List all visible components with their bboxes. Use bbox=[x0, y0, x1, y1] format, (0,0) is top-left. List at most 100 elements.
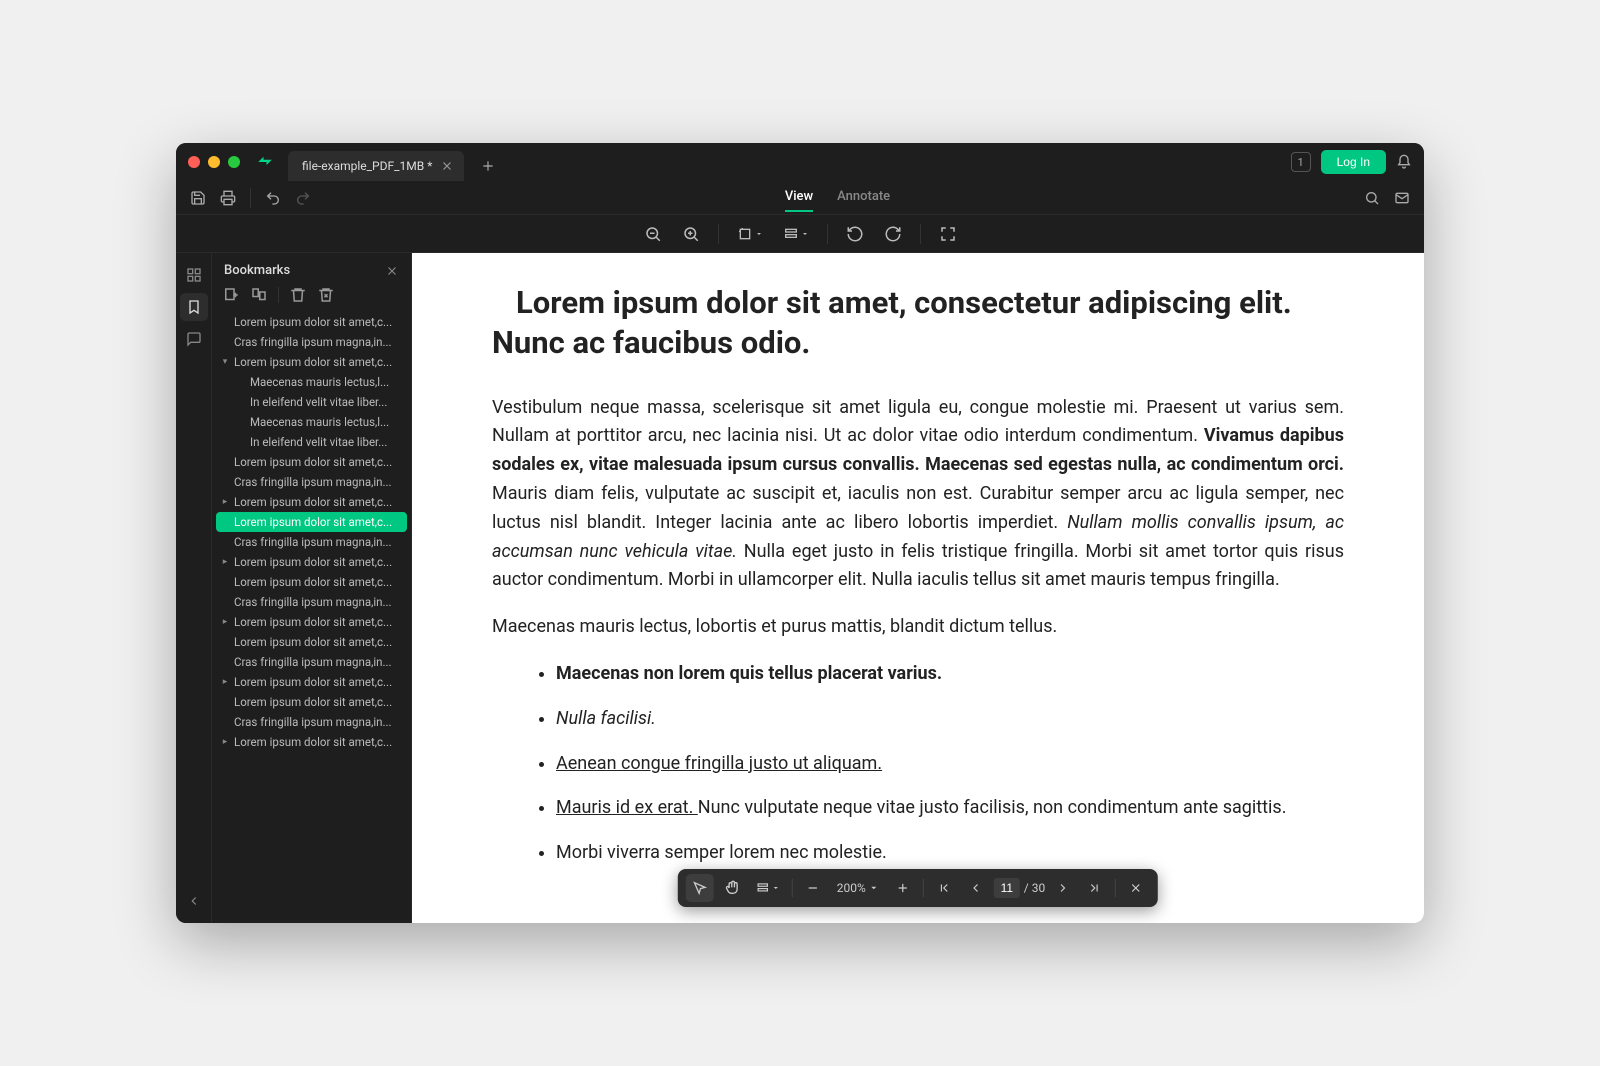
page-total: / 30 bbox=[1024, 881, 1045, 895]
page-layout-button[interactable] bbox=[777, 219, 815, 249]
chevron-right-icon[interactable]: ▸ bbox=[220, 557, 230, 567]
chevron-right-icon[interactable]: ▸ bbox=[220, 617, 230, 627]
bookmark-item[interactable]: Lorem ipsum dolor sit amet,c... bbox=[216, 452, 407, 472]
hand-tool-button[interactable] bbox=[718, 874, 746, 902]
doc-heading: Lorem ipsum dolor sit amet, consectetur … bbox=[492, 283, 1344, 364]
bookmark-label: Cras fringilla ipsum magna,in... bbox=[234, 595, 392, 609]
close-toolbar-button[interactable] bbox=[1122, 874, 1150, 902]
thumbnails-panel-button[interactable] bbox=[180, 261, 208, 289]
bookmark-item[interactable]: Cras fringilla ipsum magna,in... bbox=[216, 592, 407, 612]
bookmark-label: Lorem ipsum dolor sit amet,c... bbox=[234, 495, 392, 509]
bookmark-label: Cras fringilla ipsum magna,in... bbox=[234, 655, 392, 669]
bookmark-item[interactable]: Cras fringilla ipsum magna,in... bbox=[216, 712, 407, 732]
search-button[interactable] bbox=[1360, 186, 1384, 210]
main-toolbar: View Annotate bbox=[176, 181, 1424, 215]
fit-mode-button[interactable] bbox=[750, 874, 786, 902]
bookmark-label: Cras fringilla ipsum magna,in... bbox=[234, 715, 392, 729]
email-button[interactable] bbox=[1390, 186, 1414, 210]
bookmark-item[interactable]: ▸Lorem ipsum dolor sit amet,c... bbox=[216, 612, 407, 632]
bookmark-item[interactable]: Cras fringilla ipsum magna,in... bbox=[216, 532, 407, 552]
rotate-right-button[interactable] bbox=[878, 219, 908, 249]
bookmark-item[interactable]: ▸Lorem ipsum dolor sit amet,c... bbox=[216, 672, 407, 692]
bookmark-label: Lorem ipsum dolor sit amet,c... bbox=[234, 515, 392, 529]
fullscreen-button[interactable] bbox=[933, 219, 963, 249]
rotate-left-button[interactable] bbox=[840, 219, 870, 249]
mode-view[interactable]: View bbox=[785, 183, 813, 212]
sidebar-title: Bookmarks bbox=[224, 263, 290, 278]
next-page-button[interactable] bbox=[1049, 874, 1077, 902]
chevron-right-icon[interactable]: ▸ bbox=[220, 677, 230, 687]
bookmark-label: Lorem ipsum dolor sit amet,c... bbox=[234, 355, 392, 369]
new-tab-button[interactable] bbox=[476, 154, 500, 178]
crop-tool-button[interactable] bbox=[731, 219, 769, 249]
close-tab-icon[interactable] bbox=[440, 159, 454, 173]
bookmark-label: Maecenas mauris lectus,l... bbox=[250, 415, 389, 429]
bookmark-item[interactable]: Lorem ipsum dolor sit amet,c... bbox=[216, 312, 407, 332]
zoom-out-button[interactable] bbox=[799, 874, 827, 902]
minimize-window-icon[interactable] bbox=[208, 156, 220, 168]
bookmark-item[interactable]: ▸ Lorem ipsum dolor sit amet,c... bbox=[216, 492, 407, 512]
bookmark-item[interactable]: Lorem ipsum dolor sit amet,c... bbox=[216, 692, 407, 712]
bookmark-item[interactable]: Lorem ipsum dolor sit amet,c... bbox=[216, 572, 407, 592]
bookmark-item[interactable]: ▾ Lorem ipsum dolor sit amet,c... bbox=[216, 352, 407, 372]
bookmark-item[interactable]: In eleifend velit vitae liber... bbox=[216, 392, 407, 412]
close-sidebar-icon[interactable] bbox=[385, 264, 399, 278]
first-page-button[interactable] bbox=[930, 874, 958, 902]
bookmark-item[interactable]: Lorem ipsum dolor sit amet,c... bbox=[216, 632, 407, 652]
chevron-right-icon[interactable]: ▸ bbox=[220, 497, 230, 507]
bookmark-label: Maecenas mauris lectus,l... bbox=[250, 375, 389, 389]
add-sub-bookmark-icon[interactable] bbox=[250, 286, 268, 304]
separator bbox=[923, 879, 924, 897]
bookmark-item[interactable]: ▸Lorem ipsum dolor sit amet,c... bbox=[216, 552, 407, 572]
bookmark-item[interactable]: ▸Lorem ipsum dolor sit amet,c... bbox=[216, 732, 407, 752]
undo-button[interactable] bbox=[261, 186, 285, 210]
doc-list-item: Maecenas non lorem quis tellus placerat … bbox=[556, 660, 1344, 689]
close-window-icon[interactable] bbox=[188, 156, 200, 168]
chevron-down-icon[interactable]: ▾ bbox=[220, 357, 230, 367]
select-tool-button[interactable] bbox=[686, 874, 714, 902]
bell-icon[interactable] bbox=[1396, 154, 1412, 170]
zoom-page-toolbar: 200% / 30 bbox=[678, 869, 1158, 907]
chevron-right-icon[interactable]: ▸ bbox=[220, 737, 230, 747]
maximize-window-icon[interactable] bbox=[228, 156, 240, 168]
delete-bookmark-icon[interactable] bbox=[289, 286, 307, 304]
bookmark-item[interactable]: Cras fringilla ipsum magna,in... bbox=[216, 472, 407, 492]
bookmark-item[interactable]: Cras fringilla ipsum magna,in... bbox=[216, 652, 407, 672]
bookmark-item[interactable]: Cras fringilla ipsum magna,in... bbox=[216, 332, 407, 352]
bookmark-item[interactable]: In eleifend velit vitae liber... bbox=[216, 432, 407, 452]
delete-all-bookmarks-icon[interactable] bbox=[317, 286, 335, 304]
bookmark-label: Lorem ipsum dolor sit amet,c... bbox=[234, 695, 392, 709]
collapse-sidebar-button[interactable] bbox=[180, 887, 208, 915]
bookmark-item[interactable]: Maecenas mauris lectus,l... bbox=[216, 372, 407, 392]
bookmark-label: Lorem ipsum dolor sit amet,c... bbox=[234, 575, 392, 589]
separator bbox=[792, 879, 793, 897]
zoom-in-button[interactable] bbox=[676, 219, 706, 249]
bookmark-item[interactable]: Maecenas mauris lectus,l... bbox=[216, 412, 407, 432]
document-tab[interactable]: file-example_PDF_1MB * bbox=[288, 151, 464, 181]
comments-panel-button[interactable] bbox=[180, 325, 208, 353]
prev-page-button[interactable] bbox=[962, 874, 990, 902]
document-viewport[interactable]: Lorem ipsum dolor sit amet, consectetur … bbox=[412, 253, 1424, 923]
login-button[interactable]: Log In bbox=[1321, 150, 1386, 174]
redo-button[interactable] bbox=[291, 186, 315, 210]
bookmarks-sidebar: Bookmarks Lorem ipsum dolor sit amet,c..… bbox=[212, 253, 412, 923]
bookmark-tree: Lorem ipsum dolor sit amet,c...Cras frin… bbox=[212, 312, 411, 923]
add-bookmark-icon[interactable] bbox=[222, 286, 240, 304]
bookmark-item[interactable]: Lorem ipsum dolor sit amet,c... bbox=[216, 512, 407, 532]
bookmark-label: Cras fringilla ipsum magna,in... bbox=[234, 335, 392, 349]
left-rail bbox=[176, 253, 212, 923]
doc-paragraph-1: Vestibulum neque massa, scelerisque sit … bbox=[492, 394, 1344, 596]
mode-annotate[interactable]: Annotate bbox=[837, 183, 890, 212]
bookmarks-panel-button[interactable] bbox=[180, 293, 208, 321]
save-button[interactable] bbox=[186, 186, 210, 210]
separator bbox=[920, 224, 921, 244]
zoom-out-button[interactable] bbox=[638, 219, 668, 249]
separator bbox=[718, 224, 719, 244]
print-button[interactable] bbox=[216, 186, 240, 210]
page-input[interactable] bbox=[994, 878, 1020, 898]
zoom-in-button[interactable] bbox=[889, 874, 917, 902]
last-page-button[interactable] bbox=[1081, 874, 1109, 902]
zoom-level-dropdown[interactable]: 200% bbox=[831, 881, 885, 895]
notification-count-badge[interactable]: 1 bbox=[1291, 152, 1311, 172]
bookmark-label: Lorem ipsum dolor sit amet,c... bbox=[234, 635, 392, 649]
